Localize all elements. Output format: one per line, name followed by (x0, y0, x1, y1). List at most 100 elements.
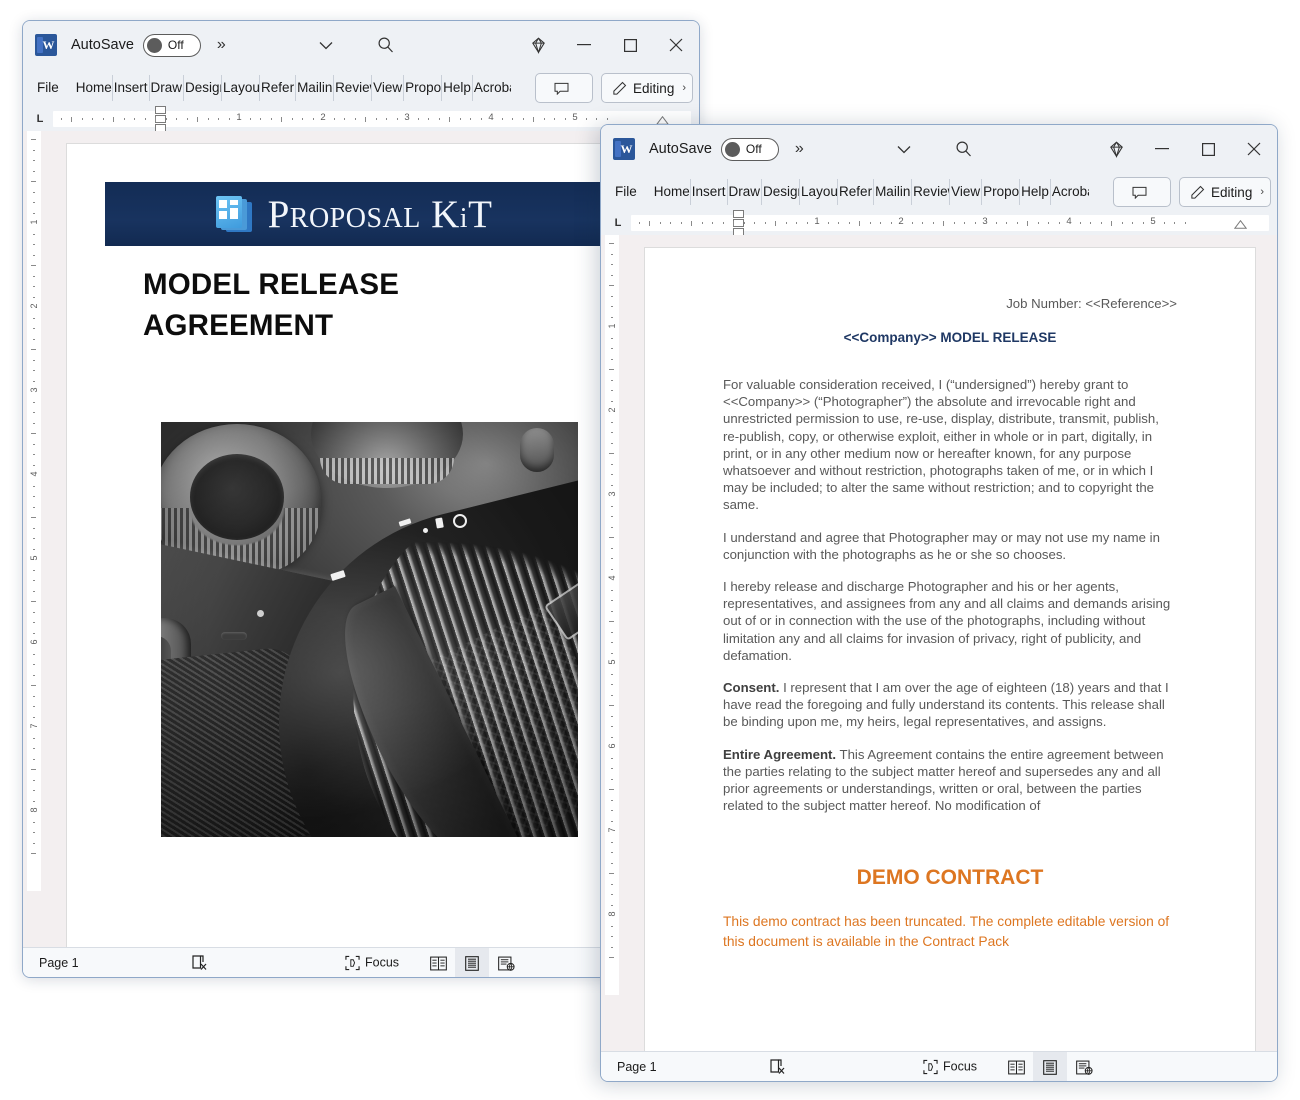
maximize-button[interactable] (607, 21, 653, 69)
page-number-label-2[interactable]: Page 1 (617, 1060, 657, 1074)
quick-access-overflow-button-2[interactable]: » (795, 140, 804, 158)
ruler-tick (470, 118, 471, 120)
page-number-label[interactable]: Page 1 (39, 956, 79, 970)
editing-chevron-icon[interactable]: › (682, 82, 686, 94)
indent-markers-window-1[interactable] (155, 106, 166, 132)
camera-photograph[interactable] (161, 422, 578, 837)
ruler-tick (134, 118, 135, 120)
accessibility-checker-icon-2[interactable] (769, 1058, 787, 1075)
editing-mode-button-2[interactable]: Editing › (1179, 177, 1271, 207)
focus-mode-button[interactable]: Focus (345, 955, 399, 970)
quick-access-chevron-down-icon-2[interactable] (893, 138, 915, 160)
ruler-track-window-2[interactable]: 1 2 3 4 5 (631, 210, 1269, 236)
ribbon-tab-bar-window-2[interactable]: File Home Insert Draw Design Layout Refe… (601, 173, 1277, 211)
ribbon-tab-draw[interactable]: Draw (150, 75, 185, 101)
minimize-button-2[interactable] (1139, 125, 1185, 173)
ribbon-tab-design[interactable]: Design (184, 75, 223, 101)
search-icon-2[interactable] (953, 138, 975, 160)
web-layout-button-2[interactable] (1067, 1052, 1101, 1081)
ribbon-tab-acrobat[interactable]: Acrobat (473, 75, 511, 101)
ribbon-tab-file-2[interactable]: File (609, 179, 647, 205)
ruler-tick (365, 117, 366, 122)
autosave-toggle-2[interactable]: Off (720, 137, 779, 161)
ribbon-tab-references[interactable]: Refer (260, 75, 297, 101)
ribbon-tab-design-2[interactable]: Design (762, 179, 801, 205)
ribbon-tab-mailings-2[interactable]: Mailings (874, 179, 913, 205)
ribbon-tab-home[interactable]: Home (75, 75, 113, 101)
maximize-button-2[interactable] (1185, 125, 1231, 173)
ribbon-tab-view[interactable]: View (372, 75, 405, 101)
tab-stop-selector[interactable]: L (27, 107, 53, 131)
vertical-ruler-tick (33, 580, 35, 581)
right-indent-marker-2[interactable] (1234, 220, 1247, 229)
vertical-ruler-tick (611, 547, 613, 549)
focus-label: Focus (365, 955, 400, 970)
close-button[interactable] (653, 21, 699, 69)
ribbon-tab-references-2[interactable]: Refer (838, 179, 875, 205)
comments-button-2[interactable] (1113, 177, 1172, 207)
ruler-tick (155, 117, 156, 122)
ruler-number: 3 (404, 112, 410, 123)
search-icon[interactable] (375, 34, 397, 56)
quick-access-overflow-button[interactable]: » (217, 36, 226, 54)
ribbon-tab-insert[interactable]: Insert (113, 75, 150, 101)
contract-body[interactable]: For valuable consideration received, I (… (723, 376, 1177, 951)
ribbon-tab-acrobat-2[interactable]: Acrobat (1051, 179, 1089, 205)
minimize-button[interactable] (561, 21, 607, 69)
indent-markers-window-2[interactable] (733, 210, 744, 236)
focus-mode-button-2[interactable]: Focus (923, 1059, 977, 1074)
tab-stop-selector-2[interactable]: L (605, 211, 631, 235)
vertical-ruler-tick (611, 841, 613, 843)
ribbon-tab-view-2[interactable]: View (950, 179, 983, 205)
ribbon-tab-proposal-kit[interactable]: Proposal Kit (404, 75, 443, 101)
ruler-tick (197, 117, 198, 122)
vertical-ruler-tick (31, 769, 36, 770)
vertical-ruler-window-1[interactable]: 1 2 3 4 5 6 7 8 (23, 131, 45, 947)
vertical-ruler-tick (31, 265, 36, 266)
ribbon-tab-home-2[interactable]: Home (653, 179, 691, 205)
read-mode-button[interactable] (421, 948, 455, 977)
horizontal-ruler-window-2[interactable]: L 1 2 3 4 5 (601, 210, 1277, 236)
document-page-window-2[interactable]: Job Number: <<Reference>> <<Company>> MO… (644, 247, 1256, 1051)
print-layout-button-2[interactable] (1033, 1052, 1067, 1081)
vertical-ruler-window-2[interactable]: 1 2 3 4 5 6 7 8 (601, 235, 623, 1051)
ribbon-tab-bar-window-1[interactable]: File Home Insert Draw Design Layout Refe… (23, 69, 699, 107)
vertical-ruler-tick (609, 243, 614, 244)
editing-mode-button[interactable]: Editing › (601, 73, 693, 103)
ruler-tick (501, 118, 503, 120)
ribbon-tab-insert-2[interactable]: Insert (691, 179, 728, 205)
close-button-2[interactable] (1231, 125, 1277, 173)
copilot-diamond-icon[interactable] (515, 21, 561, 69)
ribbon-tab-review-2[interactable]: Review (912, 179, 951, 205)
vertical-ruler-tick (33, 632, 35, 634)
ribbon-tab-mailings[interactable]: Mailings (296, 75, 335, 101)
ribbon-tab-help-2[interactable]: Help (1020, 179, 1051, 205)
autosave-toggle[interactable]: Off (142, 33, 201, 57)
ribbon-tab-review[interactable]: Review (334, 75, 373, 101)
ribbon-tab-layout-2[interactable]: Layout (800, 179, 839, 205)
document-area-window-2: 1 2 3 4 5 6 7 8 Job Number: <<Reference>> <<Com… (601, 235, 1277, 1051)
ruler-number: 5 (1150, 216, 1156, 227)
ruler-track-window-1[interactable]: 1 2 3 4 5 (53, 106, 691, 132)
print-layout-button[interactable] (455, 948, 489, 977)
web-layout-button[interactable] (489, 948, 523, 977)
quick-access-chevron-down-icon[interactable] (315, 34, 337, 56)
document-scroll-window-2[interactable]: Job Number: <<Reference>> <<Company>> MO… (623, 235, 1277, 1051)
word-window-model-release-agreement[interactable]: W AutoSave Off » File Home Insert Draw D… (22, 20, 700, 978)
horizontal-ruler-window-1[interactable]: L 1 2 3 4 5 (23, 106, 699, 132)
read-mode-button-2[interactable] (999, 1052, 1033, 1081)
ribbon-tab-layout[interactable]: Layout (222, 75, 261, 101)
ribbon-tab-help[interactable]: Help (442, 75, 473, 101)
comments-button[interactable] (535, 73, 594, 103)
editing-chevron-icon-2[interactable]: › (1260, 186, 1264, 198)
ribbon-tab-proposal-kit-2[interactable]: Proposal Kit (982, 179, 1021, 205)
word-window-company-model-release[interactable]: W AutoSave Off » File Home Insert Draw D… (600, 124, 1278, 1082)
ruler-tick (375, 118, 377, 120)
ribbon-tab-draw-2[interactable]: Draw (728, 179, 763, 205)
document-page-window-1[interactable]: PROPOSAL KiT MODEL RELEASE AGREEMENT (66, 143, 678, 947)
vertical-ruler-tick (611, 526, 613, 528)
accessibility-checker-icon[interactable] (191, 954, 209, 971)
vertical-ruler-tick (33, 548, 35, 550)
ribbon-tab-file[interactable]: File (31, 75, 69, 101)
copilot-diamond-icon-2[interactable] (1093, 125, 1139, 173)
